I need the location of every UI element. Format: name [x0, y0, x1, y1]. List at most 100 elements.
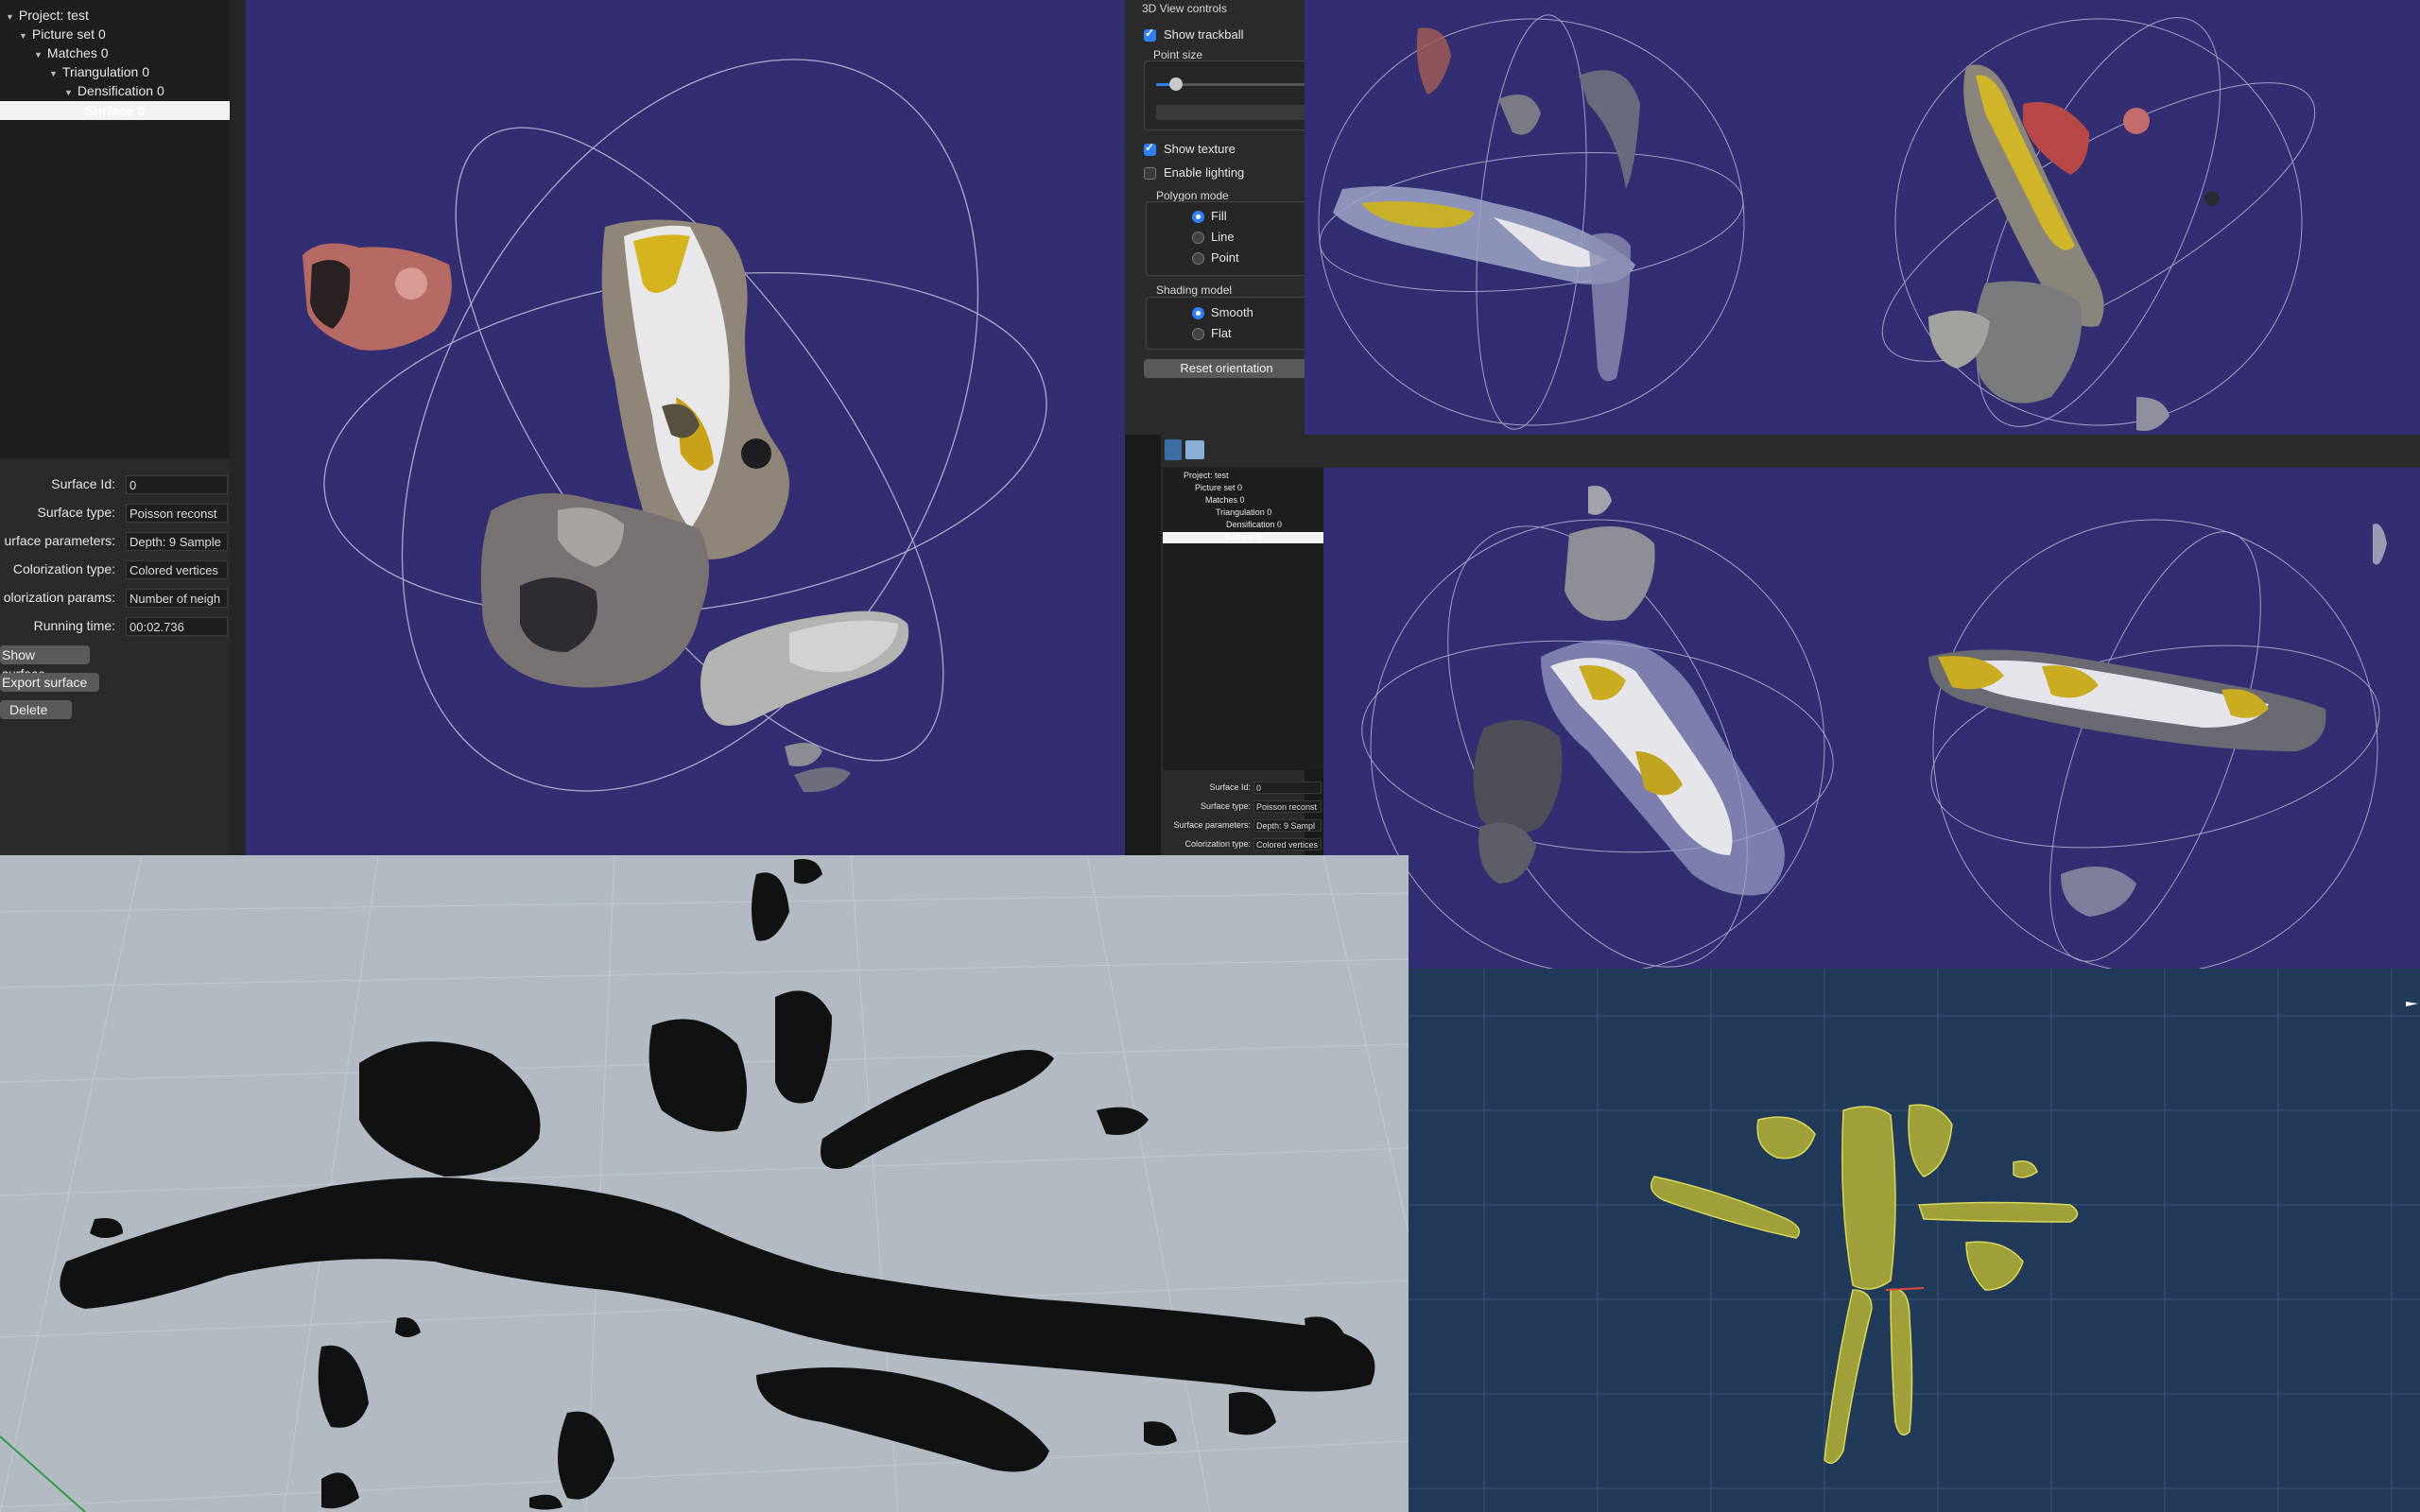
colorization-type-label: Colorization type: [12, 561, 115, 576]
shading-flat-radio[interactable] [1192, 328, 1204, 340]
measurement-line [1885, 1287, 1925, 1291]
s-surface-id-field[interactable]: 0 [1253, 782, 1322, 794]
wireframe-mesh-viewport[interactable] [0, 855, 1409, 1512]
chevron-down-icon[interactable]: ▼ [64, 88, 73, 97]
cursor-icon [2406, 1002, 2418, 1006]
tree-item-label: Picture set 0 [31, 26, 106, 42]
new-project-icon[interactable] [1165, 439, 1182, 460]
show-surface-button[interactable]: Show surface [0, 645, 90, 681]
surface-type-label: Surface type: [37, 505, 116, 520]
secondary-toolbar [1161, 435, 2420, 469]
main-3d-viewport[interactable] [246, 0, 1125, 855]
polygon-mode-group: Fill Line Point [1146, 201, 1311, 276]
enable-lighting-label: Enable lighting [1164, 165, 1245, 180]
s-surface-id-label: Surface Id: [1209, 782, 1251, 792]
controls-title: 3D View controls [1142, 2, 1227, 15]
tree-item-label: Triangulation 0 [61, 64, 150, 79]
main-3d-scene [302, 59, 1047, 793]
tree-item-triangulation[interactable]: ▼ Triangulation 0 [49, 62, 149, 81]
shading-smooth-label: Smooth [1211, 305, 1253, 319]
project-tree: ▼ Project: test ▼ Picture set 0 ▼ Matches 0… [0, 0, 231, 458]
polygon-point-radio[interactable] [1192, 252, 1204, 265]
s-tree-item-picture-set[interactable]: Picture set 0 [1195, 483, 1242, 492]
s-colorization-type-label: Colorization type: [1184, 839, 1251, 849]
point-size-label: Point size [1153, 48, 1203, 61]
3d-view-controls-panel: 3D View controls Show trackball Point si… [1125, 0, 1311, 435]
axis-line [0, 1435, 86, 1512]
tree-item-picture-set[interactable]: ▼ Picture set 0 [19, 25, 106, 43]
running-time-field[interactable]: 00:02.736 [126, 617, 228, 636]
project-panel: ▼ Project: test ▼ Picture set 0 ▼ Matches 0… [0, 0, 246, 855]
textured-mesh-right [1928, 64, 2220, 431]
s-surface-type-field[interactable]: Poisson reconst [1253, 800, 1322, 813]
tree-item-label: Densification 0 [77, 83, 164, 98]
show-texture-checkbox[interactable] [1144, 141, 1156, 156]
tree-item-surface[interactable]: Surface 0 [0, 101, 230, 120]
enable-lighting-checkbox[interactable] [1144, 167, 1156, 180]
s-surface-parameters-field[interactable]: Depth: 9 Sampl [1253, 819, 1322, 832]
polygon-fill-label: Fill [1211, 209, 1227, 223]
polygon-line-radio[interactable] [1192, 232, 1204, 244]
middle-right-3d-viewport[interactable] [1323, 468, 2420, 969]
colorization-type-field[interactable]: Colored vertices [126, 560, 228, 579]
wireframe-mesh-left [1473, 486, 1785, 896]
point-size-group [1144, 60, 1311, 130]
point-size-field[interactable] [1156, 105, 1307, 120]
surface-parameters-label: urface parameters: [4, 533, 116, 548]
point-size-slider-handle[interactable] [1169, 77, 1183, 91]
tree-item-matches[interactable]: ▼ Matches 0 [34, 43, 109, 62]
open-project-icon[interactable] [1185, 440, 1204, 459]
delete-button[interactable]: Delete [0, 700, 72, 719]
s-surface-type-label: Surface type: [1200, 801, 1251, 811]
trackball-right[interactable] [1848, 0, 2349, 435]
show-trackball-checkbox[interactable] [1144, 26, 1156, 42]
shading-model-label: Shading model [1156, 284, 1233, 297]
polygon-line-label: Line [1211, 230, 1235, 244]
blueprint-scene [1409, 969, 2420, 1512]
s-tree-item-matches[interactable]: Matches 0 [1205, 495, 1245, 505]
secondary-project-tree: Project: test Picture set 0 Matches 0 Tr… [1163, 468, 1323, 770]
surface-type-field[interactable]: Poisson reconst [126, 504, 228, 523]
chevron-down-icon[interactable]: ▼ [34, 50, 43, 60]
tree-item-project[interactable]: ▼ Project: test [6, 6, 89, 25]
secondary-project-panel: Project: test Picture set 0 Matches 0 Tr… [1161, 468, 1323, 855]
polygon-fill-radio[interactable] [1192, 211, 1204, 223]
top-right-3d-scene [1318, 0, 2349, 435]
top-right-3d-viewport[interactable] [1305, 0, 2420, 435]
shading-smooth-radio[interactable] [1192, 307, 1204, 319]
polygon-mode-label: Polygon mode [1156, 189, 1229, 202]
panel-splitter[interactable] [230, 0, 246, 855]
surface-id-field[interactable]: 0 [126, 475, 228, 494]
tree-item-label: Surface 0 [84, 103, 146, 118]
ground-grid [0, 855, 1409, 1512]
surface-id-label: Surface Id: [51, 476, 115, 491]
blueprint-grid [1409, 969, 2420, 1512]
reset-orientation-button[interactable]: Reset orientation [1144, 359, 1309, 378]
chevron-down-icon[interactable]: ▼ [19, 31, 27, 41]
polygon-point-label: Point [1211, 250, 1239, 265]
textured-mesh-right [1928, 524, 2387, 917]
chevron-down-icon[interactable]: ▼ [49, 69, 58, 78]
chevron-down-icon[interactable]: ▼ [6, 12, 14, 22]
s-tree-item-densification[interactable]: Densification 0 [1226, 520, 1282, 529]
tree-item-densification[interactable]: ▼ Densification 0 [64, 81, 164, 100]
wireframe-mesh [60, 859, 1375, 1510]
show-texture-label: Show texture [1164, 142, 1236, 156]
s-colorization-type-field[interactable]: Colored vertices [1253, 838, 1322, 850]
running-time-label: Running time: [33, 618, 115, 633]
reconstructed-surface [302, 219, 909, 793]
shading-flat-label: Flat [1211, 326, 1232, 340]
middle-right-3d-scene [1361, 486, 2387, 969]
s-tree-item-project[interactable]: Project: test [1184, 471, 1229, 480]
colorization-params-label: olorization params: [3, 590, 115, 605]
s-tree-item-surface[interactable]: Surface 0 [1163, 532, 1323, 543]
export-surface-button[interactable]: Export surface [0, 673, 99, 692]
tree-item-label: Project: test [18, 8, 89, 23]
colorization-params-field[interactable]: Number of neigh [126, 589, 228, 608]
blueprint-viewport[interactable] [1409, 969, 2420, 1512]
shading-model-group: Smooth Flat [1146, 297, 1311, 350]
s-surface-parameters-label: Surface parameters: [1173, 820, 1251, 830]
show-trackball-label: Show trackball [1164, 27, 1244, 42]
s-tree-item-triangulation[interactable]: Triangulation 0 [1216, 507, 1271, 517]
surface-parameters-field[interactable]: Depth: 9 Sample [126, 532, 228, 551]
